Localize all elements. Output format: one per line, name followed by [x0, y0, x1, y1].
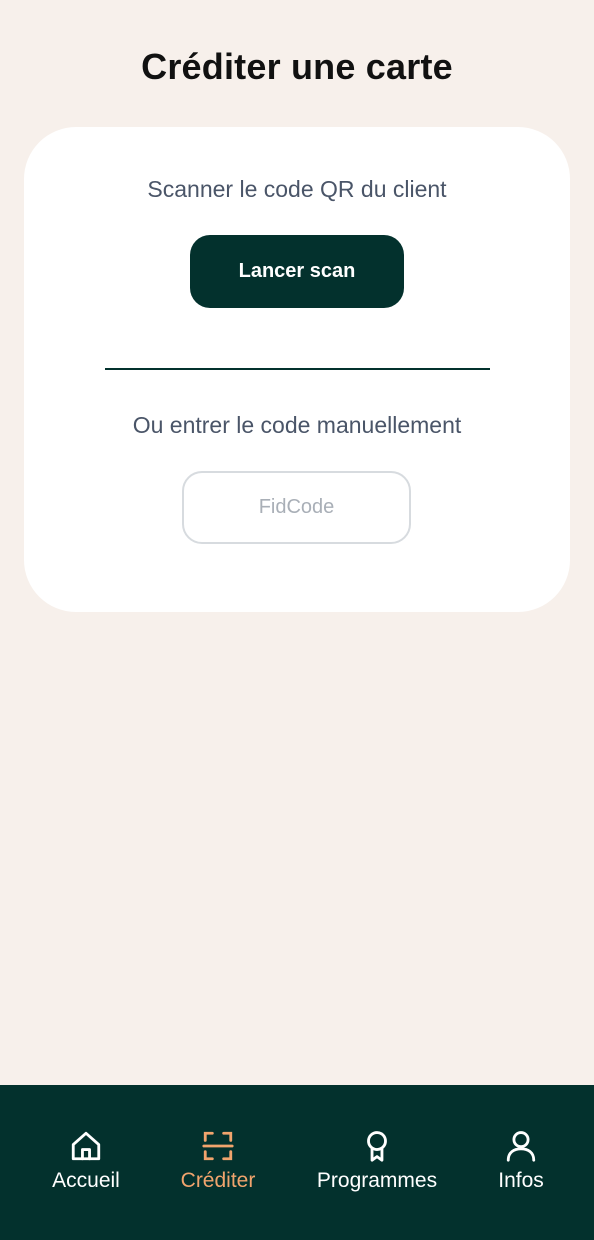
nav-item-programmes[interactable]: Programmes	[312, 1085, 442, 1240]
start-scan-button[interactable]: Lancer scan	[190, 235, 404, 308]
scan-icon	[199, 1127, 237, 1165]
user-icon	[502, 1127, 540, 1165]
section-divider	[105, 368, 490, 370]
nav-label-crediter: Créditer	[180, 1169, 256, 1192]
nav-label-programmes: Programmes	[316, 1169, 438, 1192]
nav-item-crediter[interactable]: Créditer	[168, 1085, 268, 1240]
nav-label-infos: Infos	[498, 1169, 544, 1192]
page-title: Créditer une carte	[141, 46, 453, 87]
bottom-navigation: Accueil Créditer Programmes Infos	[0, 1085, 594, 1240]
scan-instruction-label: Scanner le code QR du client	[147, 176, 447, 202]
nav-label-accueil: Accueil	[52, 1169, 120, 1192]
nav-item-accueil[interactable]: Accueil	[36, 1085, 136, 1240]
nav-item-infos[interactable]: Infos	[476, 1085, 566, 1240]
manual-entry-label: Ou entrer le code manuellement	[132, 412, 462, 438]
fidcode-input[interactable]	[182, 471, 411, 544]
home-icon	[67, 1127, 105, 1165]
award-icon	[358, 1127, 396, 1165]
